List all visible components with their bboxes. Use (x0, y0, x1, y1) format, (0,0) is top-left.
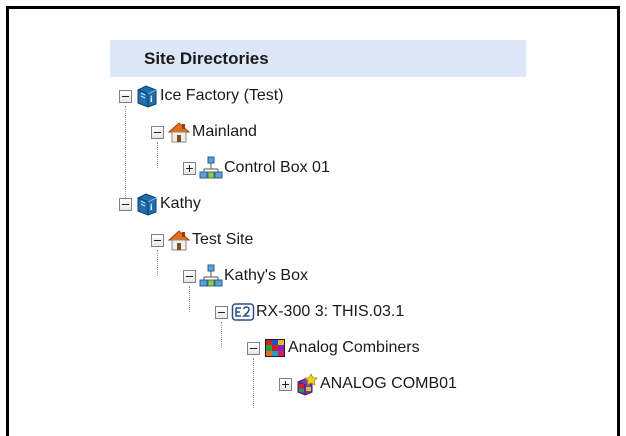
tree-guide-line (189, 286, 190, 312)
tree-node-control-box-01[interactable]: Control Box 01 (183, 156, 330, 180)
expand-toggle[interactable] (183, 161, 196, 175)
collapse-toggle[interactable] (215, 305, 228, 319)
tree-node-label[interactable]: Control Box 01 (224, 159, 330, 177)
network-icon (199, 156, 223, 180)
book-icon: i (135, 84, 159, 108)
collapse-toggle[interactable] (119, 197, 132, 211)
site-directory-tree: i Ice Factory (Test) Mainland Control Bo… (0, 0, 626, 434)
e2-controller-icon (231, 300, 255, 324)
tree-node-analog-comb01[interactable]: ANALOG COMB01 (279, 372, 457, 396)
tree-node-label[interactable]: Mainland (192, 123, 257, 141)
house-icon (167, 120, 191, 144)
expand-toggle[interactable] (279, 377, 292, 391)
collapse-toggle[interactable] (151, 125, 164, 139)
book-icon: i (135, 192, 159, 216)
tree-node-test-site[interactable]: Test Site (151, 228, 253, 252)
tree-node-label[interactable]: Kathy (160, 195, 201, 213)
tree-guide-line (157, 142, 158, 168)
tree-node-label[interactable]: ANALOG COMB01 (320, 375, 457, 393)
tree-node-kathys-box[interactable]: Kathy's Box (183, 264, 308, 288)
tree-guide-line (157, 250, 158, 276)
tree-node-label[interactable]: Analog Combiners (288, 339, 420, 357)
cube-item-icon (295, 372, 319, 396)
tree-node-rx-300[interactable]: RX-300 3: THIS.03.1 (215, 300, 404, 324)
tree-node-analog-combiners[interactable]: Analog Combiners (247, 336, 420, 360)
network-icon (199, 264, 223, 288)
tree-guide-line (253, 358, 254, 408)
collapse-toggle[interactable] (247, 341, 260, 355)
tree-node-kathy[interactable]: i Kathy (119, 192, 201, 216)
collapse-toggle[interactable] (151, 233, 164, 247)
collapse-toggle[interactable] (119, 89, 132, 103)
tree-guide-line (125, 106, 126, 204)
tree-node-label[interactable]: Ice Factory (Test) (160, 87, 284, 105)
house-icon (167, 228, 191, 252)
tree-node-label[interactable]: Kathy's Box (224, 267, 308, 285)
cube-group-icon (263, 336, 287, 360)
tree-node-ice-factory[interactable]: i Ice Factory (Test) (119, 84, 284, 108)
tree-node-label[interactable]: RX-300 3: THIS.03.1 (256, 303, 404, 321)
tree-node-mainland[interactable]: Mainland (151, 120, 257, 144)
tree-guide-line (221, 322, 222, 348)
collapse-toggle[interactable] (183, 269, 196, 283)
tree-node-label[interactable]: Test Site (192, 231, 253, 249)
